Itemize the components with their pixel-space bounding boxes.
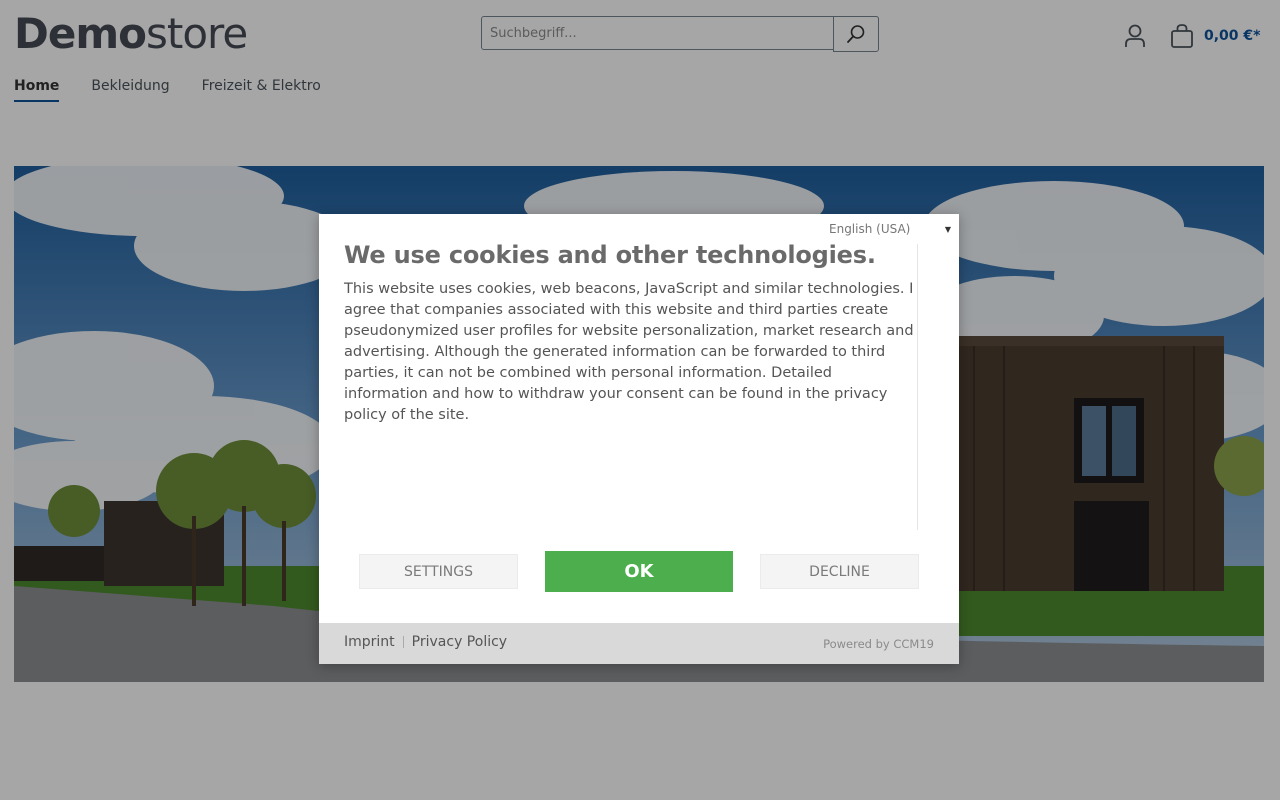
cookie-dialog-footer: Imprint Privacy Policy Powered by CCM19 xyxy=(319,623,959,664)
chevron-down-icon: ▼ xyxy=(944,224,951,234)
language-select[interactable]: English (USA) ▼ xyxy=(829,221,951,237)
settings-button[interactable]: SETTINGS xyxy=(359,554,518,589)
cookie-dialog-title: We use cookies and other technologies. xyxy=(344,241,876,269)
content-scrollbar[interactable] xyxy=(917,244,918,530)
decline-button[interactable]: DECLINE xyxy=(760,554,919,589)
powered-by-text[interactable]: Powered by CCM19 xyxy=(823,637,934,651)
footer-links: Imprint Privacy Policy xyxy=(344,634,507,650)
cookie-dialog-text: This website uses cookies, web beacons, … xyxy=(344,281,914,423)
cookie-consent-dialog: English (USA) ▼ We use cookies and other… xyxy=(319,214,959,664)
link-divider xyxy=(402,636,404,648)
privacy-policy-link[interactable]: Privacy Policy xyxy=(412,634,507,650)
language-select-value: English (USA) xyxy=(829,222,911,236)
ok-button[interactable]: OK xyxy=(545,551,733,592)
imprint-link[interactable]: Imprint xyxy=(344,634,395,650)
